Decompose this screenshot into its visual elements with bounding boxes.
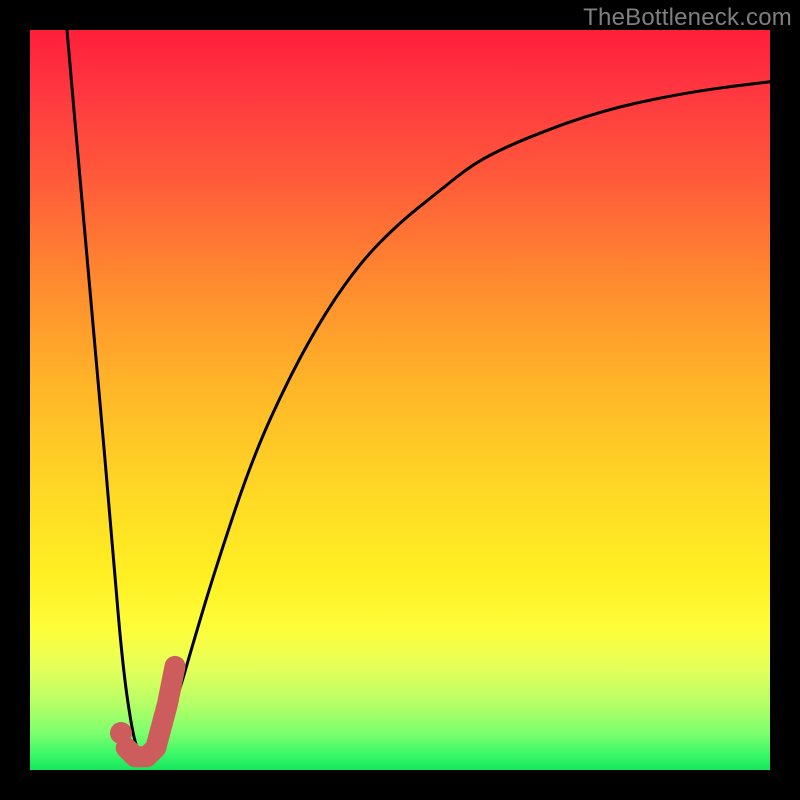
plot-area [30,30,770,770]
bottleneck-curve [67,30,770,755]
tick-mark-hook [126,666,175,756]
attribution-text: TheBottleneck.com [583,4,792,32]
chart-frame: TheBottleneck.com [0,0,800,800]
tick-mark-dot [110,722,132,744]
bottleneck-curve-svg [30,30,770,770]
